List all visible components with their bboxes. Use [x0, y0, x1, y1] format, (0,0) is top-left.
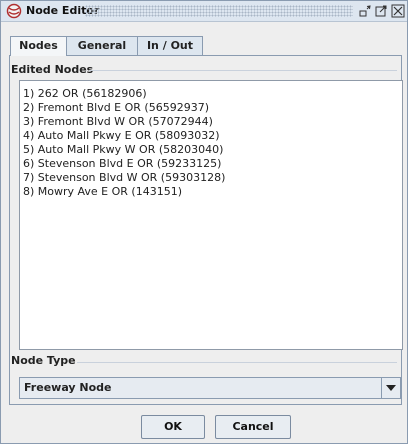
- list-item[interactable]: 1) 262 OR (56182906): [23, 87, 147, 100]
- close-icon[interactable]: [391, 4, 405, 18]
- title-bar[interactable]: Node Editor: [1, 1, 407, 22]
- maximize-icon[interactable]: [374, 4, 388, 18]
- edited-nodes-list[interactable]: 1) 262 OR (56182906) 2) Fremont Blvd E O…: [19, 80, 403, 350]
- section-divider: [77, 362, 397, 363]
- ok-button[interactable]: OK: [141, 415, 205, 439]
- list-item[interactable]: 6) Stevenson Blvd E OR (59233125): [23, 157, 221, 170]
- list-item[interactable]: 2) Fremont Blvd E OR (56592937): [23, 101, 209, 114]
- edited-nodes-label: Edited Nodes: [11, 63, 94, 76]
- dropdown-button[interactable]: [381, 378, 400, 398]
- cancel-button[interactable]: Cancel: [215, 415, 291, 439]
- minimize-icon[interactable]: [358, 4, 372, 18]
- tab-nodes[interactable]: Nodes: [10, 36, 67, 56]
- list-item[interactable]: 3) Fremont Blvd W OR (57072944): [23, 115, 213, 128]
- node-type-select[interactable]: Freeway Node: [19, 377, 401, 399]
- list-item[interactable]: 7) Stevenson Blvd W OR (59303128): [23, 171, 225, 184]
- node-editor-window: Node Editor Nodes General In / Out Edite…: [0, 0, 408, 444]
- list-item[interactable]: 4) Auto Mall Pkwy E OR (58093032): [23, 129, 220, 142]
- chevron-down-icon: [386, 385, 396, 391]
- tab-general[interactable]: General: [66, 36, 138, 55]
- list-item[interactable]: 8) Mowry Ave E OR (143151): [23, 185, 182, 198]
- node-type-label: Node Type: [11, 354, 76, 367]
- title-bar-texture: [85, 5, 353, 17]
- tab-in-out[interactable]: In / Out: [137, 36, 203, 55]
- node-type-value: Freeway Node: [24, 381, 112, 394]
- section-divider: [89, 70, 397, 71]
- list-item[interactable]: 5) Auto Mall Pkwy W OR (58203040): [23, 143, 223, 156]
- app-icon: [6, 3, 22, 19]
